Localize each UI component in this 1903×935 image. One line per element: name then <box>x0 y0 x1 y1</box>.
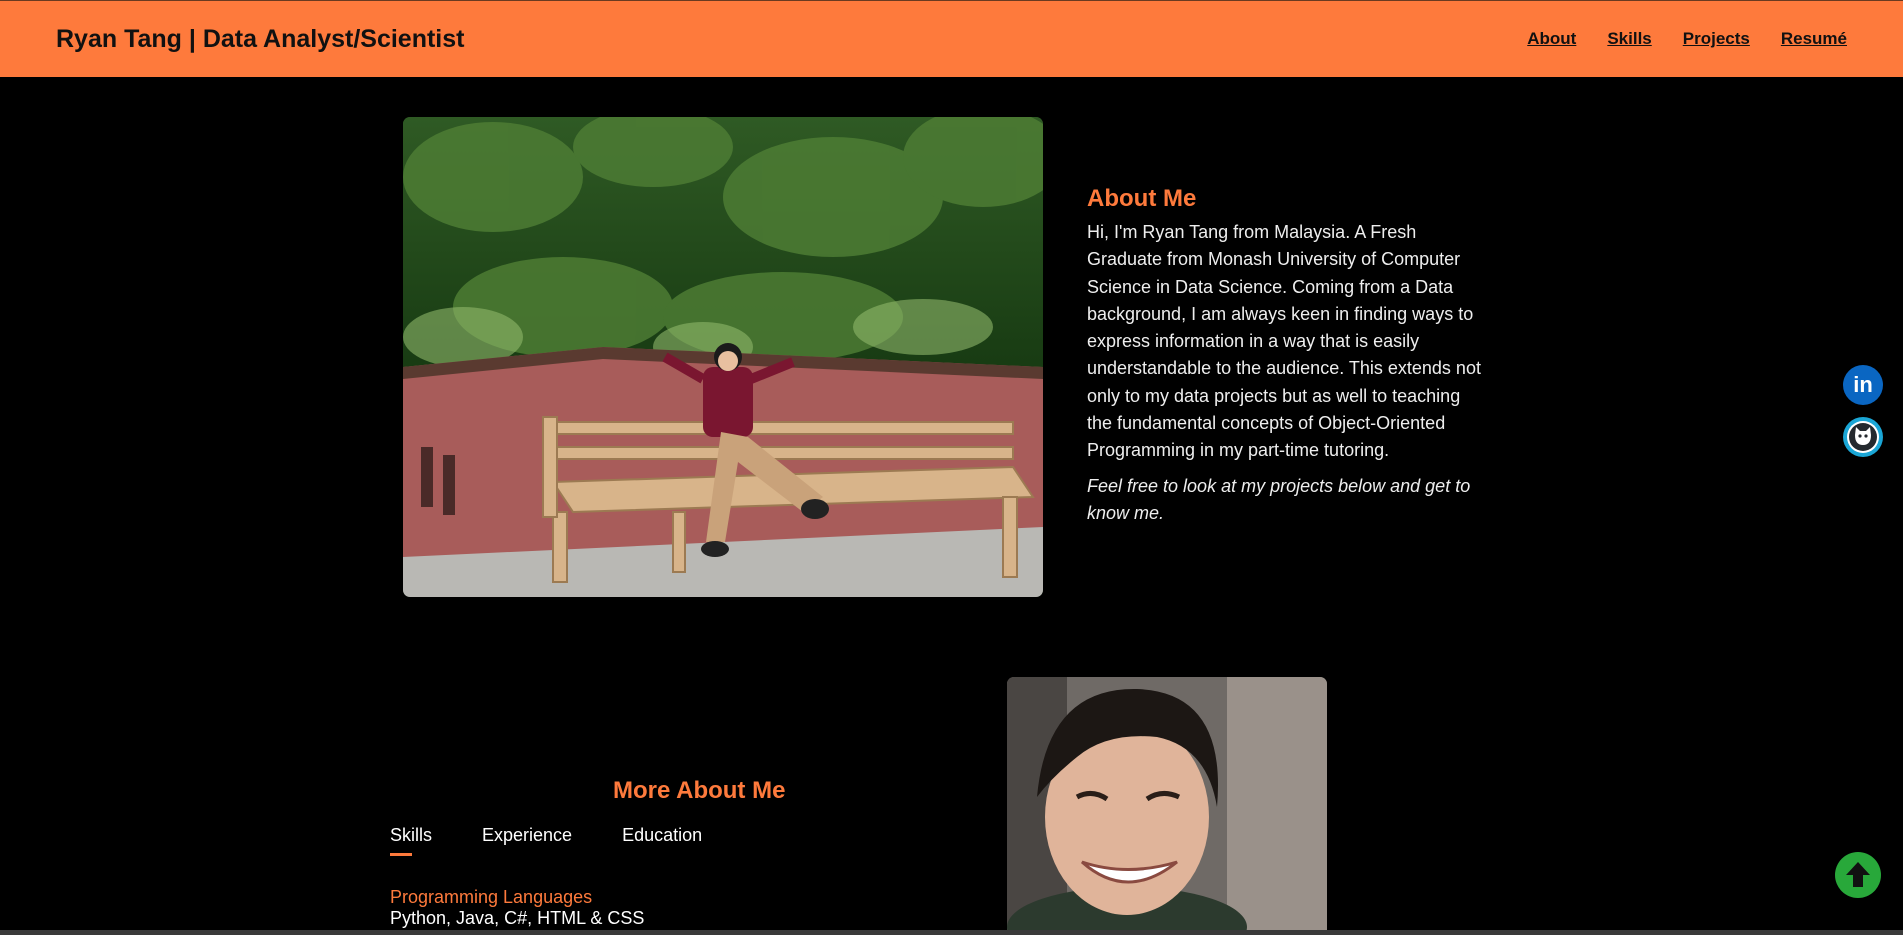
scroll-to-top-button[interactable] <box>1835 852 1881 898</box>
nav-projects[interactable]: Projects <box>1683 29 1750 49</box>
linkedin-label: in <box>1853 372 1873 397</box>
nav-about[interactable]: About <box>1527 29 1576 49</box>
about-body: Hi, I'm Ryan Tang from Malaysia. A Fresh… <box>1087 222 1481 461</box>
main-nav: About Skills Projects Resumé <box>1527 29 1847 49</box>
about-photo <box>403 117 1043 597</box>
tab-skills[interactable]: Skills <box>390 825 432 856</box>
about-cta: Feel free to look at my projects below a… <box>1087 475 1471 523</box>
more-about-heading: More About Me <box>613 777 786 804</box>
nav-resume[interactable]: Resumé <box>1781 29 1847 49</box>
more-about-tabs: Skills Experience Education <box>390 825 702 856</box>
skill-category-title: Programming Languages <box>390 887 593 907</box>
tab-experience[interactable]: Experience <box>482 825 572 856</box>
linkedin-icon[interactable]: in <box>1843 365 1883 405</box>
about-heading: About Me <box>1087 185 1197 212</box>
arrow-up-icon <box>1846 862 1870 887</box>
site-title: Ryan Tang | Data Analyst/Scientist <box>56 25 465 53</box>
github-icon[interactable] <box>1843 417 1883 457</box>
window-bottom-edge <box>0 930 1903 935</box>
about-section: About Me Hi, I'm Ryan Tang from Malaysia… <box>1087 185 1483 527</box>
tab-education[interactable]: Education <box>622 825 702 856</box>
top-navbar: Ryan Tang | Data Analyst/Scientist About… <box>0 0 1903 77</box>
skill-category-value: Python, Java, C#, HTML & CSS <box>390 908 645 928</box>
portrait-photo <box>1007 677 1327 935</box>
nav-skills[interactable]: Skills <box>1607 29 1651 49</box>
